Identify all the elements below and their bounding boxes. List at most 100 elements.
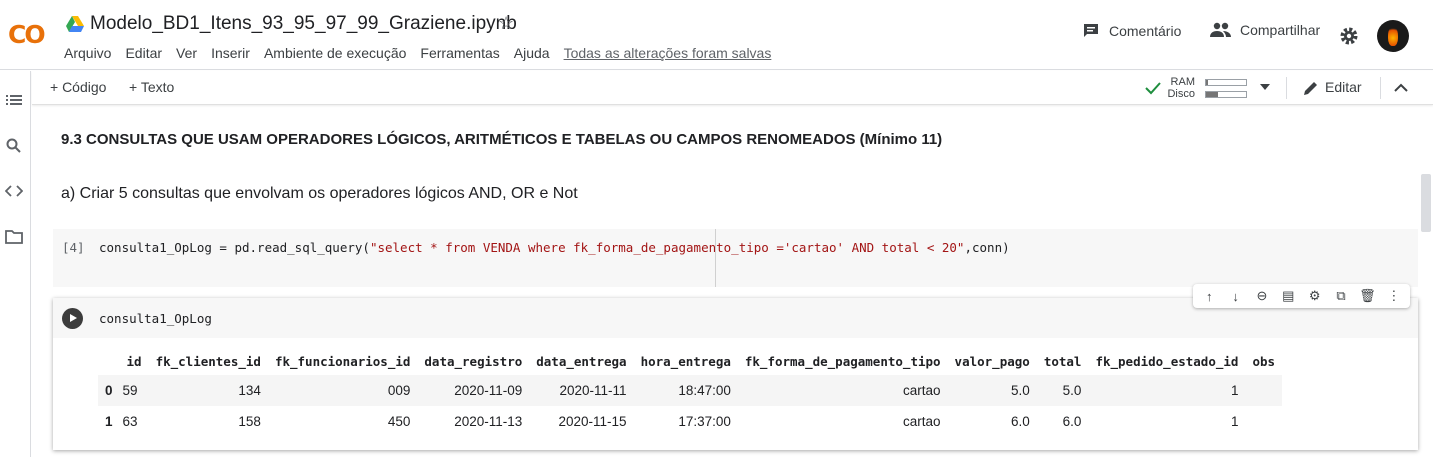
table-cell: 18:47:00	[633, 375, 738, 406]
table-cell: 59	[119, 375, 149, 406]
table-cell: 6.0	[1062, 414, 1082, 429]
menu-item-ferramentas[interactable]: Ferramentas	[420, 45, 499, 61]
table-cell: 009	[267, 375, 418, 406]
table-cell: 450	[387, 414, 411, 429]
code-line[interactable]: consulta1_OpLog = pd.read_sql_query("sel…	[99, 240, 1010, 255]
disk-bar	[1205, 91, 1247, 98]
comment-label: Comentário	[1109, 23, 1182, 39]
edit-button[interactable]: Editar	[1325, 79, 1362, 95]
people-icon	[1210, 22, 1231, 37]
table-cell: 6.0	[1011, 414, 1030, 429]
more-options-icon[interactable]: ⋮	[1385, 288, 1403, 304]
section-heading: 9.3 CONSULTAS QUE USAM OPERADORES LÓGICO…	[61, 131, 943, 148]
table-cell: cartao	[737, 375, 948, 406]
table-cell: 2020-11-15	[558, 414, 627, 429]
code-cell[interactable]: [4] consulta1_OpLog = pd.read_sql_query(…	[53, 229, 1418, 287]
menu-item-ver[interactable]: Ver	[176, 45, 197, 61]
code-snippets-icon[interactable]	[5, 182, 23, 200]
gear-icon[interactable]: ⚙	[1306, 288, 1324, 304]
active-code-cell[interactable]: consulta1_OpLog id fk_clientes_id fk_fun…	[53, 298, 1418, 450]
table-cell: 5.0	[947, 375, 1037, 406]
saved-status-link[interactable]: Todas as alterações foram salvas	[564, 45, 772, 61]
divider	[1380, 77, 1381, 99]
table-cell: 158	[238, 414, 261, 429]
move-down-arrow-icon[interactable]: ↓	[1227, 289, 1245, 304]
add-code-button[interactable]: + Código	[50, 79, 106, 95]
comment-icon	[1084, 24, 1098, 37]
resources-indicator[interactable]: RAM Disco	[1167, 75, 1315, 101]
cell-action-toolbar: ↑ ↓ ⊖ ▤ ⚙ ⧉ 🗑 ⋮	[1193, 284, 1410, 308]
column-header: fk_pedido_estado_id	[1095, 353, 1239, 369]
search-icon[interactable]	[5, 137, 23, 155]
column-header: id	[126, 353, 142, 369]
comment-button[interactable]: Comentário	[1082, 22, 1181, 40]
column-header: obs	[1252, 353, 1276, 369]
column-header: valor_pago	[954, 353, 1030, 369]
top-bar: CO Modelo_BD1_Itens_93_95_97_99_Graziene…	[0, 0, 1433, 70]
move-up-arrow-icon[interactable]: ↑	[1200, 289, 1218, 304]
menu-item-ajuda[interactable]: Ajuda	[514, 45, 550, 61]
table-cell: 63	[122, 414, 138, 429]
table-cell	[1245, 406, 1282, 437]
table-cell: 17:37:00	[678, 414, 731, 429]
dropdown-arrow-icon[interactable]	[1260, 84, 1270, 90]
folder-icon[interactable]	[5, 228, 23, 246]
notebook-title[interactable]: Modelo_BD1_Itens_93_95_97_99_Graziene.ip…	[90, 13, 517, 35]
table-cell: 1	[1230, 414, 1239, 429]
star-icon[interactable]: ☆	[498, 13, 514, 34]
link-icon[interactable]: ⊖	[1253, 288, 1271, 304]
left-sidebar	[0, 71, 31, 457]
add-text-button[interactable]: + Texto	[129, 79, 174, 95]
code-string: "select * from VENDA where fk_forma_de_p…	[369, 240, 965, 255]
mirror-cell-icon[interactable]: ⧉	[1332, 288, 1350, 304]
chevron-up-icon[interactable]	[1394, 83, 1408, 92]
table-cell: cartao	[903, 414, 941, 429]
code-line[interactable]: consulta1_OpLog	[99, 311, 212, 326]
trash-icon[interactable]: 🗑	[1358, 288, 1376, 304]
column-header	[98, 347, 120, 375]
column-header: hora_entrega	[640, 353, 731, 369]
share-button[interactable]: Compartilhar	[1210, 22, 1320, 38]
run-cell-button[interactable]	[62, 308, 83, 329]
code-prefix: consulta1_OpLog = pd.read_sql_query(	[99, 240, 370, 255]
column-header: fk_clientes_id	[155, 353, 261, 369]
comment-icon[interactable]: ▤	[1279, 288, 1297, 304]
share-label: Compartilhar	[1240, 22, 1321, 38]
column-header: total	[1043, 353, 1082, 369]
table-cell: 134	[148, 375, 268, 406]
column-header: fk_forma_de_pagamento_tipo	[744, 353, 941, 369]
table-cell	[1245, 375, 1283, 406]
pencil-icon	[1304, 82, 1317, 95]
dataframe-output: id fk_clientes_id fk_funcionarios_id dat…	[98, 347, 1283, 437]
menu-item-arquivo[interactable]: Arquivo	[64, 45, 111, 61]
user-avatar[interactable]	[1377, 20, 1409, 52]
column-header: data_entrega	[536, 353, 627, 369]
menu-item-inserir[interactable]: Inserir	[211, 45, 250, 61]
table-cell: 5.0	[1036, 375, 1089, 406]
check-icon	[1145, 82, 1161, 95]
menu-item-ambiente[interactable]: Ambiente de execução	[264, 45, 406, 61]
code-suffix: ,conn)	[964, 240, 1010, 255]
table-cell: 2020-11-11	[529, 375, 634, 406]
table-cell: 1	[1088, 375, 1246, 406]
ram-bar	[1205, 79, 1247, 86]
execution-count: [4]	[62, 240, 85, 255]
row-index: 1	[105, 414, 113, 429]
menu-bar: Arquivo Editar Ver Inserir Ambiente de e…	[64, 45, 785, 61]
section-paragraph: a) Criar 5 consultas que envolvam os ope…	[61, 185, 578, 202]
disk-label: Disco	[1167, 88, 1195, 100]
ruler-line	[715, 229, 716, 287]
table-header-row: id fk_clientes_id fk_funcionarios_id dat…	[98, 347, 1282, 375]
ram-label: RAM	[1170, 76, 1195, 88]
colab-logo[interactable]: CO	[8, 20, 46, 49]
scrollbar[interactable]	[1421, 174, 1431, 232]
menu-item-editar[interactable]: Editar	[125, 45, 162, 61]
divider	[1286, 77, 1287, 99]
google-drive-icon[interactable]	[66, 16, 84, 32]
column-header: data_registro	[424, 353, 523, 369]
table-row: 1 63 158 450 2020-11-13 2020-11-15 17:37…	[98, 406, 1282, 437]
table-of-contents-icon[interactable]	[5, 91, 23, 109]
logo-text: CO	[8, 20, 46, 49]
table-cell: 2020-11-09	[417, 375, 530, 406]
settings-gear-icon[interactable]	[1339, 26, 1359, 46]
